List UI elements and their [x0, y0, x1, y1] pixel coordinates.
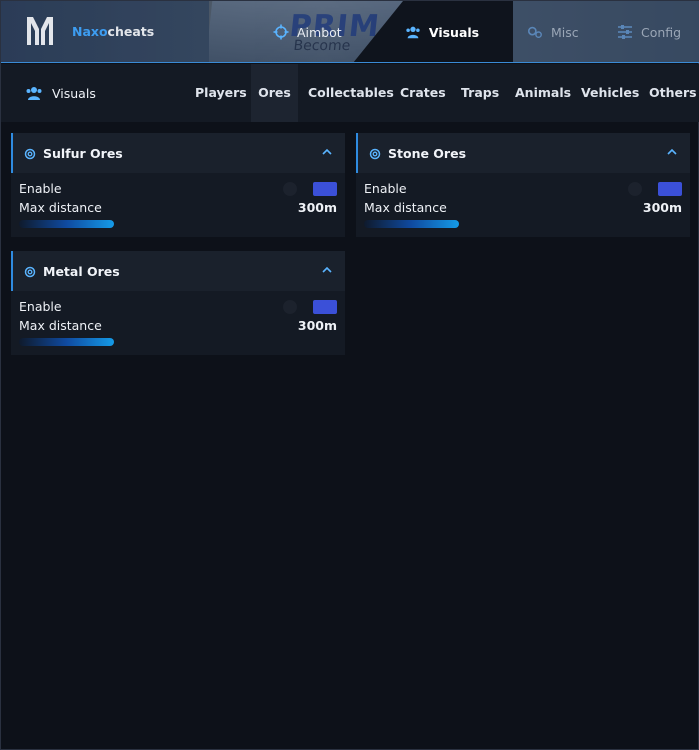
sub-navigation: Visuals Players Ores Collectables Crates… [1, 64, 699, 122]
max-distance-slider[interactable] [364, 220, 459, 228]
toggle-knob [283, 182, 297, 196]
max-distance-slider[interactable] [19, 338, 114, 346]
app-window: PRIM Become Naxocheats Aimbot Visuals Mi… [0, 0, 699, 750]
header: PRIM Become Naxocheats Aimbot Visuals Mi… [1, 1, 699, 63]
tab-config-label: Config [641, 24, 682, 40]
enable-toggle[interactable] [283, 182, 337, 196]
card-title: Sulfur Ores [43, 146, 123, 161]
brand-name-part1: Naxo [72, 24, 108, 39]
subnav-title-label: Visuals [52, 85, 96, 101]
enable-toggle[interactable] [628, 182, 682, 196]
subnav-title: Visuals [25, 85, 96, 101]
enable-label: Enable [19, 299, 62, 314]
card-stone-ores: Stone Ores Enable Max distance 300m [356, 133, 690, 237]
max-distance-label: Max distance [19, 318, 102, 333]
card-header[interactable]: Metal Ores [11, 251, 345, 291]
enable-toggle[interactable] [283, 300, 337, 314]
subtab-collectables[interactable]: Collectables [308, 64, 394, 122]
subtab-animals[interactable]: Animals [515, 64, 571, 122]
card-title: Stone Ores [388, 146, 467, 161]
toggle-track [658, 182, 682, 196]
toggle-knob [628, 182, 642, 196]
users-icon [406, 26, 420, 39]
tab-misc-label: Misc [551, 24, 579, 40]
subtab-ores[interactable]: Ores [251, 64, 298, 122]
subtab-traps[interactable]: Traps [461, 64, 499, 122]
card-title: Metal Ores [43, 264, 120, 279]
max-distance-value: 300m [297, 318, 337, 333]
max-distance-slider[interactable] [19, 220, 114, 228]
card-sulfur-ores: Sulfur Ores Enable Max distance 300m [11, 133, 345, 237]
brand-name-part2: cheats [107, 24, 155, 39]
gear-icon [24, 266, 36, 278]
toggle-track [313, 300, 337, 314]
gear-icon [24, 148, 36, 160]
users-icon [26, 87, 42, 100]
gears-icon [527, 26, 542, 39]
enable-label: Enable [19, 181, 62, 196]
max-distance-label: Max distance [364, 200, 447, 215]
tab-aimbot[interactable]: Aimbot [273, 1, 342, 62]
subtab-vehicles[interactable]: Vehicles [581, 64, 639, 122]
card-header[interactable]: Stone Ores [356, 133, 690, 173]
max-distance-value: 300m [642, 200, 682, 215]
tab-misc[interactable]: Misc [513, 1, 605, 62]
max-distance-label: Max distance [19, 200, 102, 215]
chevron-up-icon[interactable] [321, 147, 333, 157]
logo-icon [27, 17, 53, 45]
chevron-up-icon[interactable] [321, 265, 333, 275]
crosshair-icon [273, 24, 289, 40]
tab-config[interactable]: Config [605, 1, 699, 62]
toggle-track [313, 182, 337, 196]
card-metal-ores: Metal Ores Enable Max distance 300m [11, 251, 345, 355]
tab-visuals-label: Visuals [428, 24, 480, 40]
card-header[interactable]: Sulfur Ores [11, 133, 345, 173]
tab-aimbot-label: Aimbot [297, 24, 342, 40]
logo-area: Naxocheats [1, 1, 209, 62]
chevron-up-icon[interactable] [666, 147, 678, 157]
subtab-players[interactable]: Players [195, 64, 247, 122]
toggle-knob [283, 300, 297, 314]
brand-name: Naxocheats [72, 24, 154, 39]
enable-label: Enable [364, 181, 407, 196]
subtab-others[interactable]: Others [649, 64, 697, 122]
subtab-crates[interactable]: Crates [400, 64, 446, 122]
sliders-icon [618, 25, 632, 39]
max-distance-value: 300m [297, 200, 337, 215]
gear-icon [369, 148, 381, 160]
